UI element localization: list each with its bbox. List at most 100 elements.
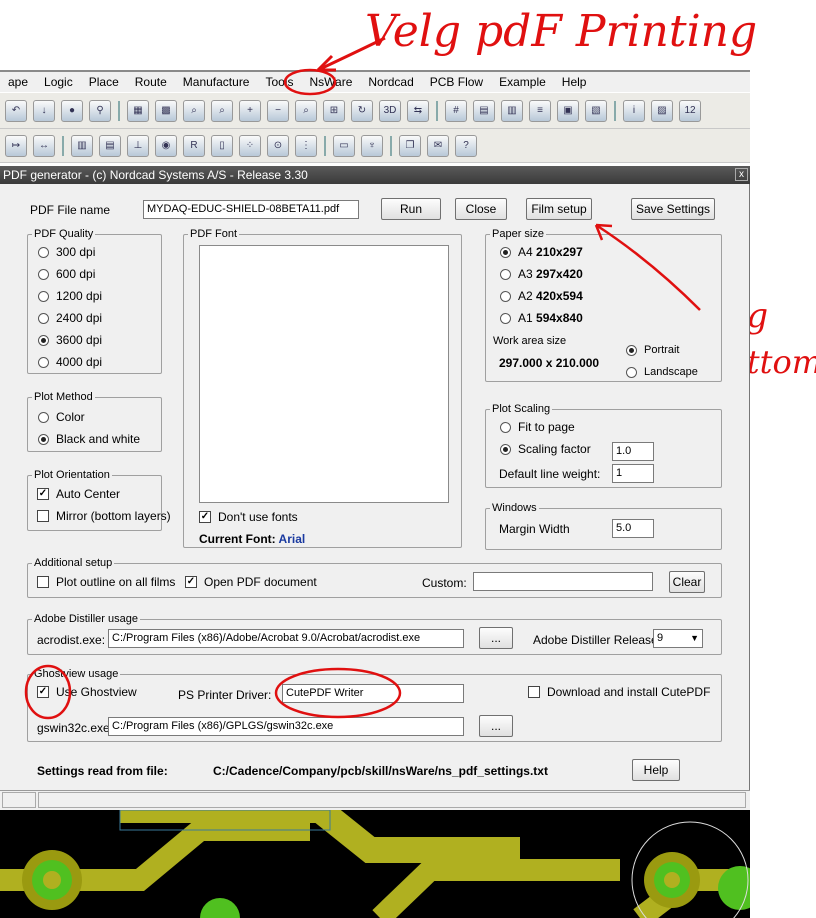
pin-icon[interactable]: ⚲	[89, 99, 111, 122]
sphere-icon[interactable]: ●	[61, 99, 83, 122]
grid-toggle-icon[interactable]: #	[445, 99, 467, 122]
odb-icon[interactable]: ▥	[71, 134, 93, 157]
acrodist-browse-button[interactable]: ...	[479, 627, 513, 649]
black-white-radio[interactable]: Black and white	[38, 432, 140, 446]
dpi-3600-radio[interactable]: 3600 dpi	[38, 333, 102, 347]
use-ghostview-checkbox[interactable]: ✓ Use Ghostview	[37, 685, 137, 699]
dpi-4000-radio[interactable]: 4000 dpi	[38, 355, 102, 369]
help-icon[interactable]: ?	[455, 134, 477, 157]
open-pdf-checkbox[interactable]: ✓ Open PDF document	[185, 575, 317, 589]
menu-nordcad[interactable]: Nordcad	[360, 75, 421, 89]
refdes-icon[interactable]: R	[183, 134, 205, 157]
docs-icon[interactable]: ▭	[333, 134, 355, 157]
scaling-factor-input[interactable]: 1.0	[612, 442, 654, 461]
grid-icon[interactable]: ▦	[127, 99, 149, 122]
tree-icon[interactable]: ♆	[361, 134, 383, 157]
dpi-300-radio[interactable]: 300 dpi	[38, 245, 95, 259]
pcb-canvas[interactable]	[0, 810, 750, 918]
mirror-checkbox[interactable]: Mirror (bottom layers)	[37, 509, 171, 523]
menu-help[interactable]: Help	[554, 75, 595, 89]
dim2-icon[interactable]: ↔	[33, 134, 55, 157]
menu-route[interactable]: Route	[127, 75, 175, 89]
auto-center-checkbox[interactable]: ✓ Auto Center	[37, 487, 120, 501]
menu-manufacture[interactable]: Manufacture	[175, 75, 258, 89]
menu-place[interactable]: Place	[81, 75, 127, 89]
info-icon[interactable]: i	[623, 99, 645, 122]
run-button[interactable]: Run	[381, 198, 441, 220]
landscape-radio[interactable]: Landscape	[626, 366, 698, 378]
camera-icon[interactable]: ◉	[155, 134, 177, 157]
zoom-fit-icon[interactable]: ⌕	[183, 99, 205, 122]
dots-icon[interactable]: ⁘	[239, 134, 261, 157]
color-radio[interactable]: Color	[38, 410, 85, 424]
radio-icon	[500, 268, 511, 280]
menu-nsware[interactable]: NsWare	[302, 75, 361, 89]
scaling-factor-radio[interactable]: Scaling factor	[500, 442, 591, 456]
copy-icon[interactable]: ❐	[399, 134, 421, 157]
menu-example[interactable]: Example	[491, 75, 554, 89]
board-icon[interactable]: ▩	[155, 99, 177, 122]
font-list[interactable]	[199, 245, 449, 503]
paper-a3-radio[interactable]: A3 297x420	[500, 267, 583, 281]
report-icon[interactable]: ▨	[651, 99, 673, 122]
close-button[interactable]: Close	[455, 198, 507, 220]
margin-width-input[interactable]: 5.0	[612, 519, 654, 538]
menu-ape[interactable]: ape	[0, 75, 36, 89]
dont-use-fonts-checkbox[interactable]: ✓ Don't use fonts	[199, 510, 298, 524]
menu-tools[interactable]: Tools	[257, 75, 301, 89]
colors-icon[interactable]: ▥	[501, 99, 523, 122]
dpi-600-radio[interactable]: 600 dpi	[38, 267, 95, 281]
drill-icon[interactable]: ⊥	[127, 134, 149, 157]
zoom-world-icon[interactable]: ⊞	[323, 99, 345, 122]
plot-orientation-group: Plot Orientation ✓ Auto Center Mirror (bo…	[27, 468, 171, 531]
pdf-file-input[interactable]: MYDAQ-EDUC-SHIELD-08BETA11.pdf	[143, 200, 359, 219]
book-icon[interactable]: ▯	[211, 134, 233, 157]
download-cutepdf-checkbox[interactable]: Download and install CutePDF	[528, 685, 710, 699]
gswin-input[interactable]: C:/Program Files (x86)/GPLGS/gswin32c.ex…	[108, 717, 464, 736]
dpi-1200-radio[interactable]: 1200 dpi	[38, 289, 102, 303]
help-button[interactable]: Help	[632, 759, 680, 781]
3d-icon[interactable]: 3D	[379, 99, 401, 122]
flip-icon[interactable]: ⇆	[407, 99, 429, 122]
layers-icon[interactable]: ▤	[473, 99, 495, 122]
acrodist-input[interactable]: C:/Program Files (x86)/Adobe/Acrobat 9.0…	[108, 629, 464, 648]
plot-outline-checkbox[interactable]: Plot outline on all films	[37, 575, 175, 589]
menu-pcb-flow[interactable]: PCB Flow	[422, 75, 491, 89]
ecm-icon[interactable]: ▣	[557, 99, 579, 122]
measure-icon[interactable]: 12	[679, 99, 701, 122]
portrait-radio[interactable]: Portrait	[626, 344, 679, 356]
fit-to-page-radio[interactable]: Fit to page	[500, 420, 575, 434]
custom-label: Custom:	[422, 576, 467, 590]
gswin-browse-button[interactable]: ...	[479, 715, 513, 737]
ps-driver-input[interactable]: CutePDF Writer	[282, 684, 464, 703]
drc-icon[interactable]: ▧	[585, 99, 607, 122]
paper-a2-radio[interactable]: A2 420x594	[500, 289, 583, 303]
paper-a4-radio[interactable]: A4 210x297	[500, 245, 583, 259]
down-icon[interactable]: ↓	[33, 99, 55, 122]
dim-icon[interactable]: ↦	[5, 134, 27, 157]
matrix-icon[interactable]: ⋮	[295, 134, 317, 157]
save-settings-button[interactable]: Save Settings	[631, 198, 715, 220]
film-icon[interactable]: ▤	[99, 134, 121, 157]
menu-logic[interactable]: Logic	[36, 75, 81, 89]
line-weight-input[interactable]: 1	[612, 464, 654, 483]
dpi-2400-radio[interactable]: 2400 dpi	[38, 311, 102, 325]
close-icon[interactable]: x	[735, 168, 748, 181]
mail-icon[interactable]: ✉	[427, 134, 449, 157]
zoom-out-icon[interactable]: −	[267, 99, 289, 122]
stack-icon[interactable]: ≡	[529, 99, 551, 122]
clear-button[interactable]: Clear	[669, 571, 705, 593]
paper-a1-radio[interactable]: A1 594x840	[500, 311, 583, 325]
testpoint-icon[interactable]: ⊙	[267, 134, 289, 157]
zoom-prev-icon[interactable]: ⌕	[295, 99, 317, 122]
checkbox-icon	[528, 686, 540, 698]
undo-icon[interactable]: ↶	[5, 99, 27, 122]
distiller-release-label: Adobe Distiller Release:	[533, 633, 662, 647]
custom-input[interactable]	[473, 572, 653, 591]
film-setup-button[interactable]: Film setup	[526, 198, 592, 220]
radio-icon	[500, 290, 511, 302]
distiller-release-select[interactable]: 9 ▼	[653, 629, 703, 648]
refresh-icon[interactable]: ↻	[351, 99, 373, 122]
zoom-icon[interactable]: ⌕	[211, 99, 233, 122]
zoom-in-icon[interactable]: +	[239, 99, 261, 122]
